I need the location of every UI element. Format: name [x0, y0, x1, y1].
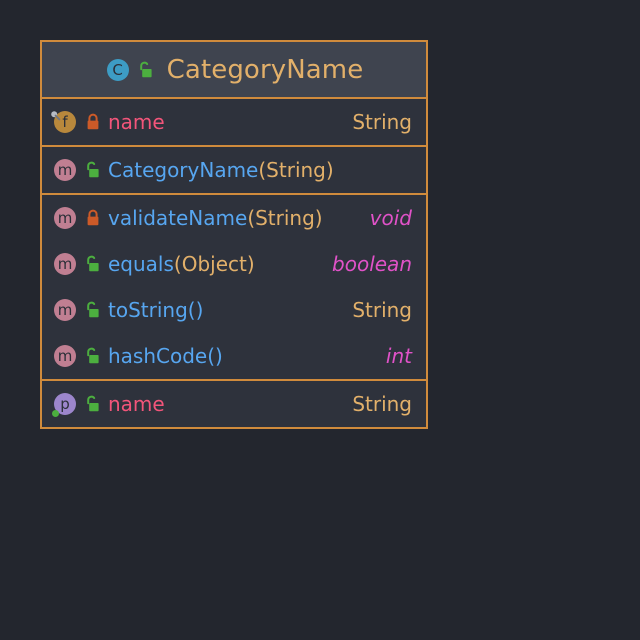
field-icon: f	[51, 108, 78, 135]
field-type: String	[352, 110, 412, 134]
method-icon-letter: m	[57, 301, 73, 319]
locked-padlock-icon	[84, 112, 102, 132]
field-name: name	[108, 110, 165, 134]
method-icon-letter: m	[57, 161, 73, 179]
unlocked-padlock-icon	[137, 60, 155, 80]
constructor-signature: CategoryName(String)	[108, 158, 402, 182]
pin-final-icon	[51, 108, 63, 121]
method-icon-letter: m	[57, 209, 73, 227]
fields-section: f name String	[42, 99, 426, 147]
unlocked-padlock-icon	[84, 346, 102, 366]
method-signature: equals(Object)	[108, 252, 322, 276]
method-icon-letter: m	[57, 255, 73, 273]
method-return-type: int	[385, 344, 412, 368]
property-icon: p	[52, 391, 78, 417]
locked-padlock-icon	[84, 208, 102, 228]
unlocked-padlock-icon	[84, 300, 102, 320]
field-signature: name	[108, 110, 342, 134]
properties-section: p name String	[42, 381, 426, 427]
methods-section: m validateName(String) void m equals(Obj…	[42, 195, 426, 381]
unlocked-padlock-icon	[84, 254, 102, 274]
method-row[interactable]: m hashCode() int	[42, 333, 426, 379]
property-name: name	[108, 392, 165, 416]
method-name: hashCode	[108, 344, 208, 368]
method-return-type: boolean	[332, 252, 412, 276]
method-name: validateName	[108, 206, 248, 230]
method-row[interactable]: m equals(Object) boolean	[42, 241, 426, 287]
method-params: (Object)	[173, 252, 255, 276]
method-icon: m	[52, 205, 78, 231]
diagram-canvas: C CategoryName f name String m CategoryN…	[0, 0, 640, 640]
method-name: toString	[108, 298, 188, 322]
constructor-params: (String)	[258, 158, 334, 182]
method-params: ()	[187, 298, 204, 322]
method-icon: m	[52, 297, 78, 323]
method-icon: m	[52, 251, 78, 277]
method-icon: m	[52, 157, 78, 183]
method-signature: hashCode()	[108, 344, 376, 368]
class-icon-letter: C	[112, 60, 123, 79]
unlocked-padlock-icon	[84, 394, 102, 414]
class-name: CategoryName	[166, 54, 364, 85]
method-name: equals	[108, 252, 174, 276]
method-params: ()	[207, 344, 223, 368]
uml-class-box[interactable]: C CategoryName f name String m CategoryN…	[40, 40, 428, 429]
unlocked-padlock-icon	[84, 160, 102, 180]
constructors-section: m CategoryName(String)	[42, 147, 426, 195]
method-icon-letter: m	[57, 347, 73, 365]
field-row[interactable]: f name String	[42, 99, 426, 145]
class-header[interactable]: C CategoryName	[42, 42, 426, 99]
method-row[interactable]: m validateName(String) void	[42, 195, 426, 241]
constructor-name: CategoryName	[108, 158, 259, 182]
class-header-icons: C	[105, 57, 155, 83]
method-signature: validateName(String)	[108, 206, 360, 230]
method-params: (String)	[247, 206, 323, 230]
property-signature: name	[108, 392, 342, 416]
method-icon: m	[52, 343, 78, 369]
method-return-type: String	[352, 298, 412, 322]
getter-dot-icon	[52, 410, 59, 417]
property-type: String	[352, 392, 412, 416]
method-row[interactable]: m toString() String	[42, 287, 426, 333]
method-signature: toString()	[108, 298, 342, 322]
method-return-type: void	[369, 206, 412, 230]
property-row[interactable]: p name String	[42, 381, 426, 427]
constructor-row[interactable]: m CategoryName(String)	[42, 147, 426, 193]
class-icon: C	[105, 57, 131, 83]
